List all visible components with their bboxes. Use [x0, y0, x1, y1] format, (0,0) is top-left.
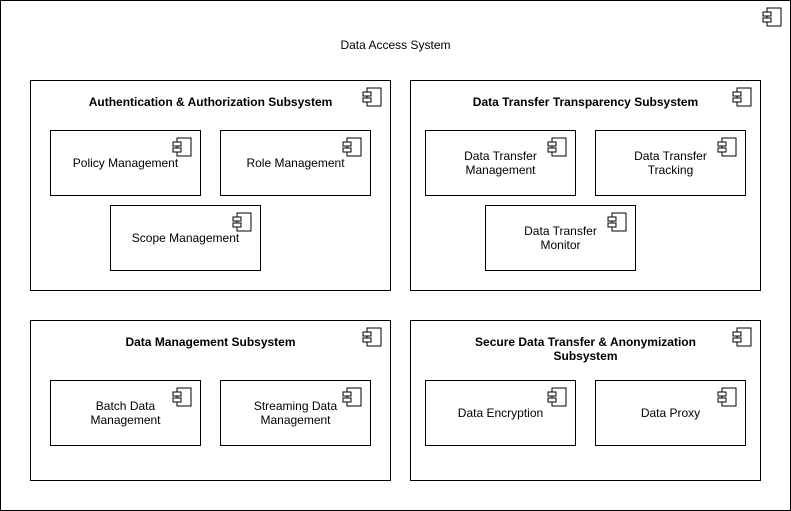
- component-icon: [762, 7, 782, 27]
- component-icon: [342, 137, 362, 157]
- component-icon: [232, 212, 252, 232]
- component-streaming-data-management[interactable]: Streaming Data Management: [220, 380, 371, 446]
- system-title: Data Access System: [340, 38, 451, 52]
- component-data-encryption[interactable]: Data Encryption: [425, 380, 576, 446]
- component-icon: [362, 87, 382, 107]
- subsystem-title: Secure Data Transfer & Anonymization Sub…: [475, 335, 696, 363]
- component-icon: [732, 87, 752, 107]
- component-icon: [362, 327, 382, 347]
- component-icon: [717, 137, 737, 157]
- component-scope-management[interactable]: Scope Management: [110, 205, 261, 271]
- component-icon: [547, 137, 567, 157]
- subsystem-title: Data Management Subsystem: [125, 335, 296, 349]
- component-policy-management[interactable]: Policy Management: [50, 130, 201, 196]
- subsystem-title: Data Transfer Transparency Subsystem: [472, 95, 699, 109]
- component-icon: [717, 387, 737, 407]
- component-icon: [732, 327, 752, 347]
- component-icon: [607, 212, 627, 232]
- subsystem-data-management: Data Management Subsystem Batch Data Man…: [30, 320, 391, 481]
- component-icon: [547, 387, 567, 407]
- component-icon: [172, 137, 192, 157]
- component-data-transfer-tracking[interactable]: Data Transfer Tracking: [595, 130, 746, 196]
- component-icon: [342, 387, 362, 407]
- component-batch-data-management[interactable]: Batch Data Management: [50, 380, 201, 446]
- subsystem-secure-data-transfer-anonymization: Secure Data Transfer & Anonymization Sub…: [410, 320, 761, 481]
- component-icon: [172, 387, 192, 407]
- subsystem-data-transfer-transparency: Data Transfer Transparency Subsystem Dat…: [410, 80, 761, 291]
- subsystem-authentication-authorization: Authentication & Authorization Subsystem…: [30, 80, 391, 291]
- component-data-transfer-monitor[interactable]: Data Transfer Monitor: [485, 205, 636, 271]
- subsystem-title: Authentication & Authorization Subsystem: [88, 95, 333, 109]
- component-data-proxy[interactable]: Data Proxy: [595, 380, 746, 446]
- component-data-transfer-management[interactable]: Data Transfer Management: [425, 130, 576, 196]
- component-role-management[interactable]: Role Management: [220, 130, 371, 196]
